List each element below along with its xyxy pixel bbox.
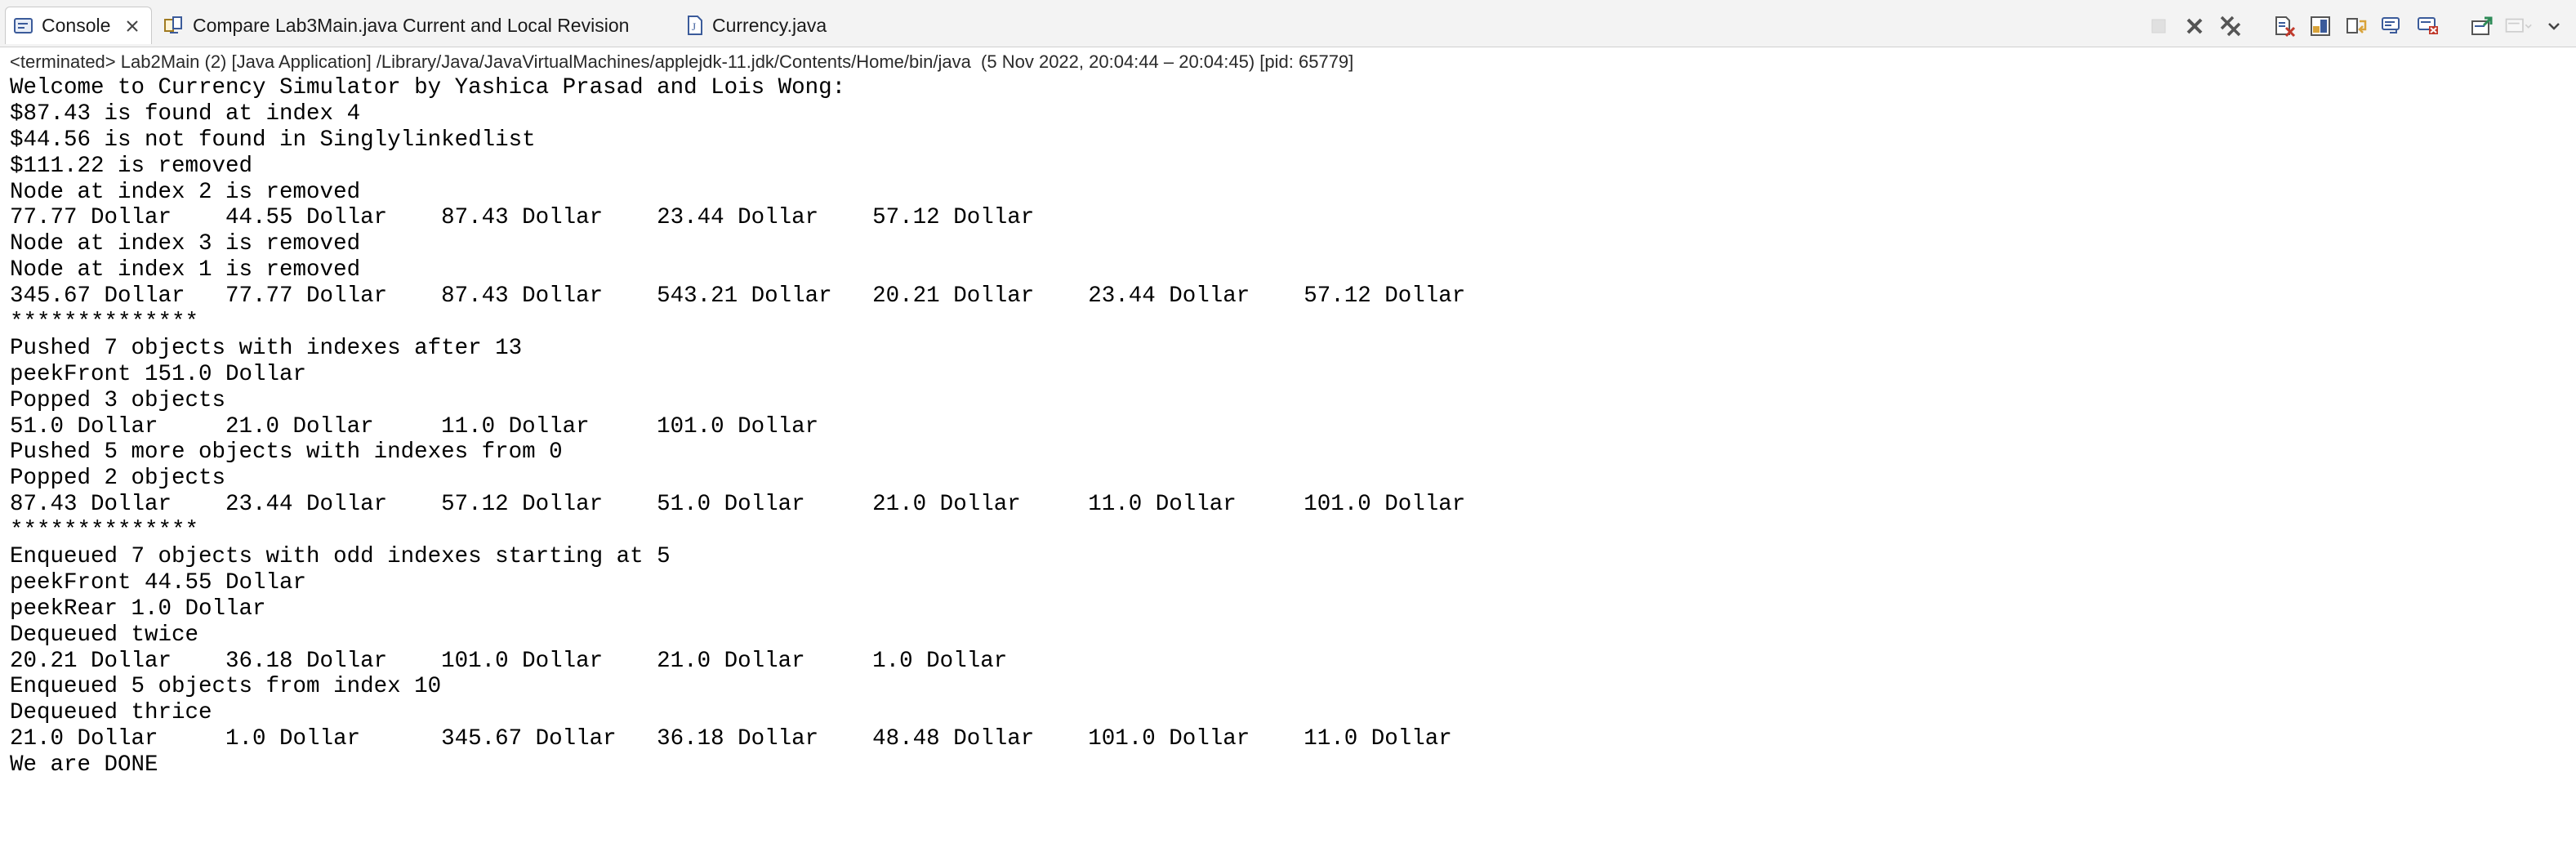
console-line: Dequeued twice	[10, 622, 199, 648]
terminate-icon[interactable]	[2145, 12, 2173, 40]
console-output[interactable]: Welcome to Currency Simulator by Yashica…	[10, 75, 2566, 851]
console-line: $44.56 is not found in Singlylinkedlist	[10, 127, 536, 153]
console-line: Enqueued 7 objects with odd indexes star…	[10, 544, 671, 570]
view-menu-icon[interactable]	[2540, 12, 2568, 40]
console-icon	[14, 17, 33, 35]
console-line: Dequeued thrice	[10, 700, 212, 726]
console-line: 20.21 Dollar 36.18 Dollar 101.0 Dollar 2…	[10, 648, 1008, 674]
console-line: **************	[10, 310, 199, 336]
console-line: $111.22 is removed	[10, 153, 253, 179]
console-line: Node at index 3 is removed	[10, 231, 361, 257]
console-line: Enqueued 5 objects from index 10	[10, 674, 442, 700]
display-console-icon[interactable]	[2504, 12, 2532, 40]
console-toolbar	[2145, 11, 2568, 41]
console-line: Pushed 5 more objects with indexes from …	[10, 439, 563, 466]
console-line: **************	[10, 518, 199, 544]
tab-currency-java[interactable]: J Currency.java	[686, 7, 827, 44]
show-on-error-icon[interactable]	[2414, 12, 2442, 40]
console-line: Popped 2 objects	[10, 466, 226, 492]
console-line: 345.67 Dollar 77.77 Dollar 87.43 Dollar …	[10, 283, 1466, 310]
console-line: Node at index 2 is removed	[10, 179, 361, 205]
console-line: 77.77 Dollar 44.55 Dollar 87.43 Dollar 2…	[10, 205, 1035, 231]
close-icon[interactable]	[125, 19, 140, 33]
tab-compare[interactable]: Compare Lab3Main.java Current and Local …	[163, 7, 629, 44]
console-line: Node at index 1 is removed	[10, 257, 361, 283]
svg-text:J: J	[692, 20, 696, 33]
console-line: Popped 3 objects	[10, 387, 226, 413]
console-line: peekFront 151.0 Dollar	[10, 361, 307, 387]
console-line: peekFront 44.55 Dollar	[10, 569, 307, 596]
java-file-icon: J	[686, 15, 704, 36]
pin-console-icon[interactable]	[2468, 12, 2496, 40]
show-on-output-icon[interactable]	[2378, 12, 2406, 40]
remove-all-terminated-icon[interactable]	[2217, 12, 2244, 40]
console-line: 21.0 Dollar 1.0 Dollar 345.67 Dollar 36.…	[10, 726, 1452, 752]
tab-label: Currency.java	[712, 14, 827, 36]
remove-launch-icon[interactable]	[2181, 12, 2208, 40]
console-line: $87.43 is found at index 4	[10, 100, 361, 127]
tab-console[interactable]: Console	[5, 7, 152, 44]
scroll-lock-icon[interactable]	[2306, 12, 2334, 40]
console-line: 51.0 Dollar 21.0 Dollar 11.0 Dollar 101.…	[10, 413, 819, 439]
word-wrap-icon[interactable]	[2342, 12, 2370, 40]
console-line: Welcome to Currency Simulator by Yashica…	[10, 75, 846, 100]
tab-bar: Console Compare Lab3Main.java Current an…	[0, 0, 2576, 47]
console-line: peekRear 1.0 Dollar	[10, 596, 266, 622]
launch-status: <terminated> Lab2Main (2) [Java Applicat…	[10, 51, 1354, 72]
tab-label: Console	[42, 15, 111, 36]
compare-icon	[163, 15, 185, 36]
clear-console-icon[interactable]	[2271, 12, 2298, 40]
console-line: We are DONE	[10, 752, 158, 778]
console-line: Pushed 7 objects with indexes after 13	[10, 335, 523, 361]
console-line: 87.43 Dollar 23.44 Dollar 57.12 Dollar 5…	[10, 492, 1466, 518]
tab-label: Compare Lab3Main.java Current and Local …	[193, 14, 630, 36]
